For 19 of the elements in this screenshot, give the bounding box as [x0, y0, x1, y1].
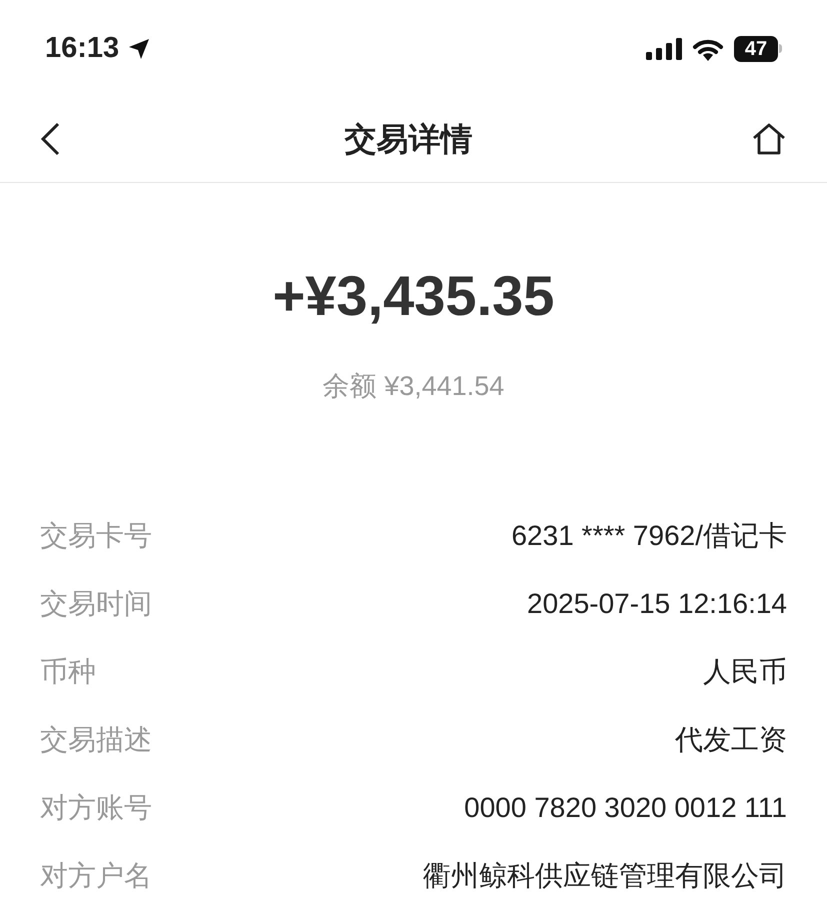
page-title: 交易详情 [344, 120, 472, 158]
detail-label: 对方账号 [40, 790, 152, 824]
detail-label: 交易卡号 [40, 518, 152, 552]
detail-value: 0000 7820 3020 0012 111 [464, 790, 787, 824]
detail-label: 交易描述 [40, 722, 152, 756]
status-time: 16:13 [45, 30, 120, 66]
detail-value: 代发工资 [675, 722, 787, 756]
signal-icon [646, 38, 682, 60]
detail-value: 衢州鲸科供应链管理有限公司 [423, 858, 787, 892]
detail-label: 币种 [40, 654, 96, 688]
balance: 余额 ¥3,441.54 [322, 370, 504, 403]
detail-value: 2025-07-15 12:16:14 [527, 586, 787, 620]
battery-indicator: 47 [734, 36, 782, 62]
detail-value: 6231 **** 7962/借记卡 [511, 518, 787, 552]
location-arrow-icon [127, 36, 152, 60]
detail-label: 交易时间 [40, 586, 152, 620]
detail-value: 人民币 [703, 654, 787, 688]
amount: +¥3,435.35 [272, 268, 554, 324]
detail-label: 对方户名 [40, 858, 152, 892]
